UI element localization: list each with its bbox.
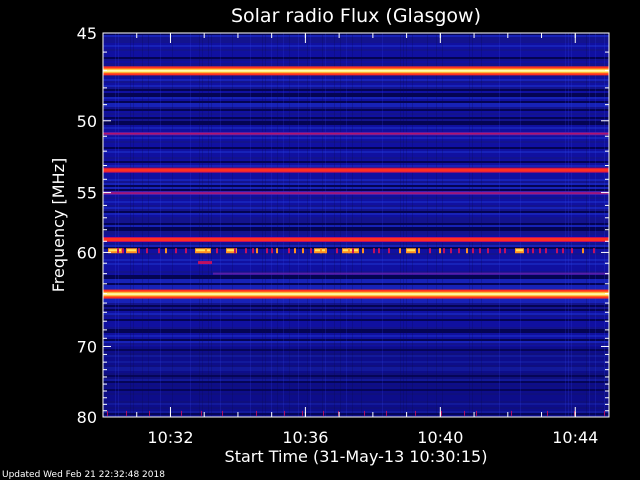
plot-area (103, 33, 609, 417)
y-tick-label: 80 (77, 408, 97, 427)
spectrogram-chart: 45 50 55 60 70 80 10:32 10:36 10:40 10:44 Solar r… (0, 0, 640, 480)
x-axis-label: Start Time (31-May-13 10:30:15) (225, 447, 488, 466)
y-tick-label: 55 (77, 184, 97, 203)
emission-band (103, 191, 609, 195)
emission-band (103, 132, 609, 136)
x-tick-label: 10:44 (552, 428, 598, 447)
y-axis-label: Frequency [MHz] (49, 158, 68, 292)
emission-band (103, 289, 609, 299)
y-tick-label: 60 (77, 243, 97, 262)
y-tick-label: 50 (77, 112, 97, 131)
emission-band (103, 66, 609, 76)
y-tick-label: 45 (77, 24, 97, 43)
updated-timestamp: Updated Wed Feb 21 22:32:48 2018 (2, 470, 165, 480)
emission-band (103, 236, 609, 242)
emission-band (103, 167, 609, 173)
chart-title: Solar radio Flux (Glasgow) (231, 5, 481, 27)
x-tick-label: 10:40 (417, 428, 463, 447)
x-tick-label: 10:32 (147, 428, 193, 447)
x-tick-label: 10:36 (282, 428, 328, 447)
y-tick-label: 70 (77, 337, 97, 356)
